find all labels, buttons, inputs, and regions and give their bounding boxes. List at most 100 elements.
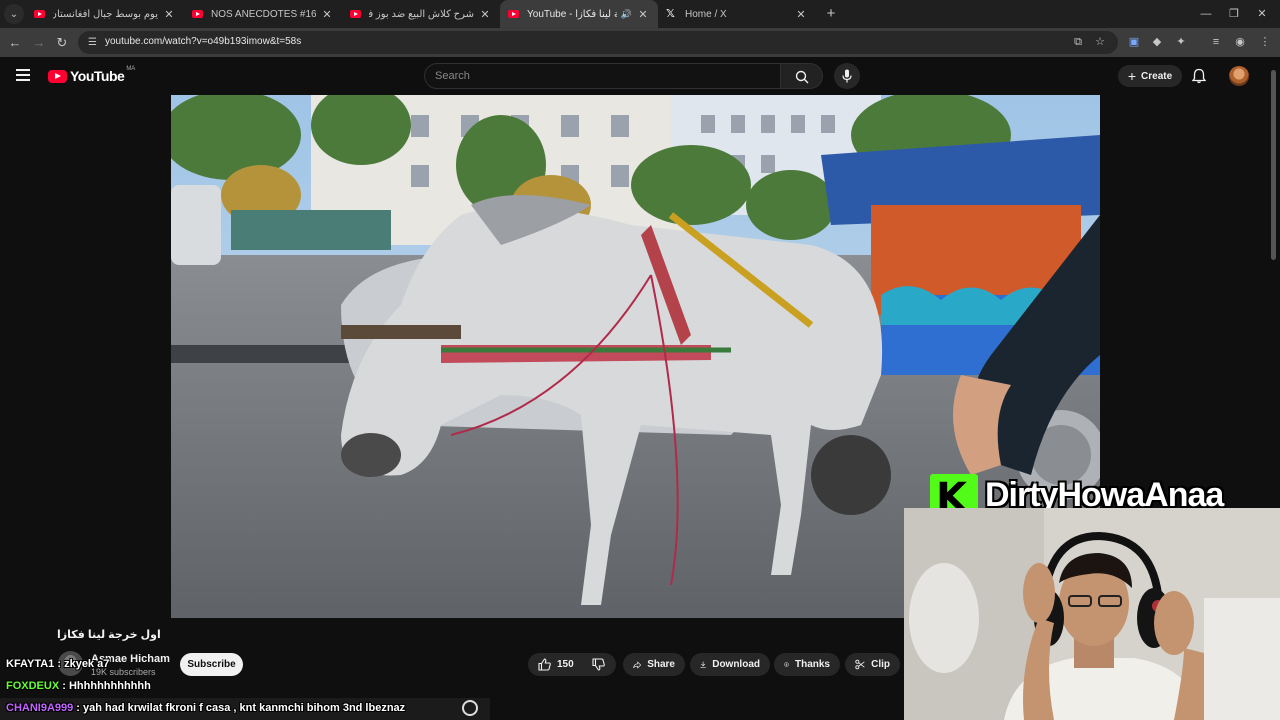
search-button[interactable] — [781, 63, 823, 89]
tab-title: NOS ANECDOTES #16 (ft Faudel — [211, 8, 316, 20]
profile-icon[interactable]: ◉ — [1231, 33, 1249, 51]
media-controls-icon[interactable]: ≡ — [1207, 33, 1225, 51]
chat-username: FOXDEUX — [6, 680, 60, 692]
back-button[interactable]: ← — [4, 32, 26, 54]
minimize-button[interactable]: — — [1196, 4, 1216, 24]
chevron-down-icon: ⌄ — [9, 8, 19, 20]
like-dislike-group: 150 — [528, 653, 616, 676]
tab-title: Home / X — [685, 8, 727, 20]
webcam-frame — [904, 508, 1280, 720]
youtube-favicon-icon — [508, 10, 519, 18]
hamburger-menu-icon[interactable] — [16, 69, 30, 81]
close-icon[interactable]: ✕ — [478, 8, 492, 21]
close-icon[interactable]: ✕ — [162, 8, 176, 21]
browser-toolbar: ← → ↻ ☰ youtube.com/watch?v=o49b193imow&… — [0, 28, 1280, 57]
chat-text: zkyek a7 — [64, 658, 110, 670]
clip-button[interactable]: Clip — [845, 653, 900, 676]
create-label: Create — [1141, 70, 1173, 82]
browser-tab[interactable]: يوم بوسط جبال أفغانستان | YouTube ✕ — [26, 0, 184, 28]
youtube-masthead: YouTube MA Search + Create — [0, 57, 1280, 95]
extension-diamond-icon[interactable]: ◆ — [1148, 33, 1166, 51]
address-bar[interactable]: ☰ youtube.com/watch?v=o49b193imow&t=58s — [78, 31, 1118, 54]
url-text[interactable]: youtube.com/watch?v=o49b193imow&t=58s — [105, 36, 301, 47]
chat-message: FOXDEUX : Hhhhhhhhhhhh — [6, 680, 151, 692]
speaker-icon[interactable]: 🔊 — [621, 9, 632, 20]
chat-username: CHANI9A999 — [6, 702, 74, 714]
subscribe-button[interactable]: Subscribe — [180, 653, 243, 676]
youtube-favicon-icon — [192, 10, 203, 18]
search-input[interactable]: Search — [424, 63, 781, 89]
youtube-favicon-icon — [350, 10, 361, 18]
chat-message: CHANI9A999 : yah had krwilat fkroni f ca… — [6, 702, 406, 714]
youtube-play-icon — [48, 69, 67, 83]
x-logo-icon: 𝕏 — [666, 8, 675, 20]
region-code: MA — [126, 66, 136, 72]
translate-extension-icon[interactable]: ▣ — [1125, 33, 1143, 51]
browser-tab-active[interactable]: YouTube - اول خرجة لينا فكازا 🔊 ✕ — [500, 0, 658, 28]
youtube-favicon-icon — [34, 10, 45, 18]
tab-search-button[interactable]: ⌄ — [4, 4, 24, 24]
menu-kebab-icon[interactable]: ⋮ — [1256, 33, 1274, 51]
download-icon — [700, 661, 706, 668]
dislike-button[interactable] — [592, 658, 611, 671]
thumbs-down-icon — [592, 658, 605, 671]
youtube-logo[interactable]: YouTube MA — [48, 66, 136, 84]
close-icon[interactable]: ✕ — [320, 8, 334, 21]
chat-text: Hhhhhhhhhhhh — [68, 680, 151, 692]
install-app-icon[interactable]: ⧉ — [1069, 33, 1087, 51]
page-scrollbar[interactable] — [1271, 70, 1276, 260]
share-label: Share — [647, 659, 675, 670]
video-title: اول خرجة لينا فكازا — [57, 629, 161, 641]
chat-message: KFAYTA1 : zkyek a7 — [6, 658, 110, 670]
tab-title: يوم بوسط جبال أفغانستان | YouTube — [53, 8, 158, 20]
tab-title: YouTube - اول خرجة لينا فكازا — [527, 8, 617, 20]
reload-icon: ↻ — [56, 35, 68, 50]
logo-wordmark: YouTube — [70, 68, 125, 84]
search-icon — [795, 70, 809, 84]
thumbs-up-icon — [538, 658, 551, 671]
chrome-taskbar-icon[interactable] — [462, 700, 478, 716]
arrow-right-icon: → — [32, 35, 46, 50]
share-arrow-icon — [633, 660, 642, 669]
close-window-button[interactable]: ✕ — [1252, 4, 1272, 24]
super-thanks-icon: $ — [784, 662, 789, 667]
notifications-bell-icon[interactable] — [1192, 68, 1206, 84]
webcam-overlay — [904, 508, 1280, 720]
svg-text:$: $ — [785, 663, 787, 667]
browser-tab[interactable]: 𝕏 Home / X ✕ — [658, 0, 816, 28]
tab-title: شرح كلاش البيع ضد بوز فلو | ‪YouTube — [369, 8, 474, 20]
close-icon: ✕ — [1257, 8, 1267, 20]
thanks-label: Thanks — [794, 659, 830, 670]
reload-button[interactable]: ↻ — [51, 32, 73, 54]
download-button[interactable]: Download — [690, 653, 770, 676]
bookmark-star-icon[interactable]: ☆ — [1091, 33, 1109, 51]
close-icon[interactable]: ✕ — [636, 8, 650, 21]
site-info-icon[interactable]: ☰ — [86, 36, 99, 49]
chat-username: KFAYTA1 — [6, 658, 55, 670]
plus-icon: + — [1127, 68, 1137, 84]
share-button[interactable]: Share — [623, 653, 685, 676]
voice-search-button[interactable] — [834, 63, 860, 89]
create-button[interactable]: + Create — [1118, 65, 1182, 87]
chat-text: yah had krwilat fkroni f casa , knt kanm… — [83, 702, 406, 714]
arrow-left-icon: ← — [8, 35, 22, 50]
browser-tab[interactable]: شرح كلاش البيع ضد بوز فلو | ‪YouTube ✕ — [342, 0, 500, 28]
extensions-puzzle-icon[interactable]: ✦ — [1172, 33, 1190, 51]
like-button[interactable]: 150 — [538, 658, 574, 671]
minimize-icon: — — [1200, 8, 1212, 20]
new-tab-button[interactable]: + — [822, 5, 840, 23]
microphone-icon — [842, 69, 852, 83]
download-label: Download — [712, 659, 760, 670]
account-avatar[interactable] — [1229, 66, 1249, 86]
like-count: 150 — [557, 659, 574, 670]
plus-icon: + — [826, 5, 836, 22]
scissors-icon — [855, 659, 865, 670]
thanks-button[interactable]: $ Thanks — [774, 653, 840, 676]
restore-button[interactable]: ❐ — [1224, 4, 1244, 24]
close-icon[interactable]: ✕ — [794, 8, 808, 21]
clip-label: Clip — [871, 659, 890, 670]
forward-button[interactable]: → — [28, 32, 50, 54]
browser-tab-strip: ⌄ يوم بوسط جبال أفغانستان | YouTube ✕ NO… — [0, 0, 1280, 28]
browser-tab[interactable]: NOS ANECDOTES #16 (ft Faudel ✕ — [184, 0, 342, 28]
restore-icon: ❐ — [1229, 8, 1239, 20]
